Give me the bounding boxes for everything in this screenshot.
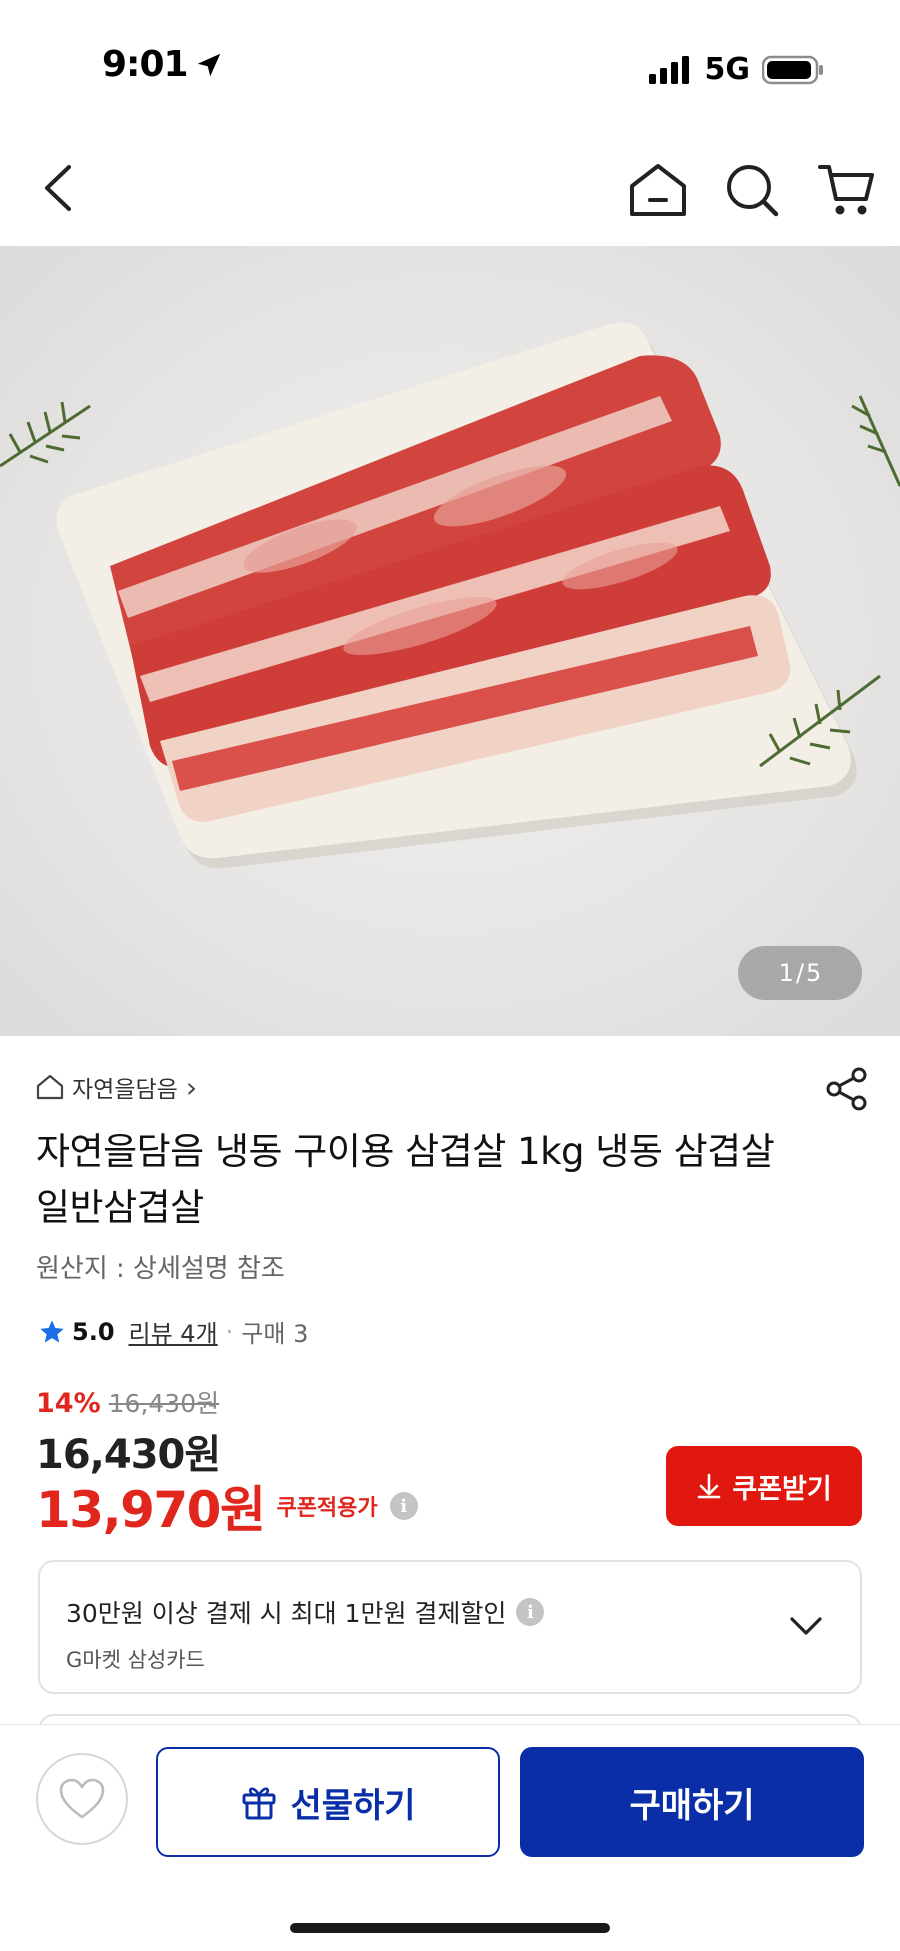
store-link[interactable]: 자연을담음 › xyxy=(36,1070,197,1104)
network-type: 5G xyxy=(704,52,751,87)
buy-button[interactable]: 구매하기 xyxy=(520,1747,864,1857)
discount-rate: 14% xyxy=(36,1388,101,1419)
separator: · xyxy=(225,1317,234,1346)
coupon-price-row: 13,970원 쿠폰적용가 i xyxy=(36,1470,418,1542)
share-icon xyxy=(826,1067,867,1111)
card-promo-subtitle: G마켓 삼성카드 xyxy=(66,1648,205,1672)
image-counter-separator: / xyxy=(795,959,805,987)
location-arrow-icon xyxy=(197,53,220,76)
chevron-left-icon xyxy=(45,165,71,211)
gift-icon xyxy=(242,1787,276,1820)
product-photo xyxy=(0,322,900,869)
home-button[interactable] xyxy=(628,160,688,220)
nav-actions xyxy=(628,160,876,220)
share-button[interactable] xyxy=(824,1066,870,1112)
rating-row: 5.0 리뷰 4개 · 구매 3 xyxy=(38,1314,308,1349)
status-time: 9:01 xyxy=(102,44,189,85)
image-counter: 1 / 5 xyxy=(738,946,862,1000)
image-counter-current: 1 xyxy=(778,959,794,987)
search-button[interactable] xyxy=(722,160,782,220)
get-coupon-label: 쿠폰받기 xyxy=(732,1473,832,1505)
heart-icon xyxy=(59,1778,105,1819)
card-promo-info-icon[interactable]: i xyxy=(516,1598,545,1626)
battery-icon xyxy=(762,55,823,84)
cart-button[interactable] xyxy=(816,160,876,220)
home-indicator xyxy=(290,1923,610,1933)
download-icon xyxy=(698,1473,721,1499)
wishlist-button[interactable] xyxy=(36,1753,128,1845)
search-icon xyxy=(727,165,779,217)
star-icon xyxy=(40,1319,64,1342)
card-promo-title: 30만원 이상 결제 시 최대 1만원 결제할인 xyxy=(66,1599,507,1628)
card-promo-banner[interactable]: 30만원 이상 결제 시 최대 1만원 결제할인 i G마켓 삼성카드 xyxy=(38,1560,862,1694)
info-icon[interactable]: i xyxy=(389,1492,418,1520)
image-counter-total: 5 xyxy=(806,959,822,987)
original-price: 16,430원 xyxy=(108,1389,220,1418)
rating-value: 5.0 xyxy=(72,1317,115,1346)
store-home-icon xyxy=(36,1074,64,1100)
review-link[interactable]: 리뷰 4개 xyxy=(129,1314,218,1349)
top-navigation xyxy=(0,140,900,246)
discount-row: 14% 16,430원 xyxy=(36,1384,219,1420)
get-coupon-button[interactable]: 쿠폰받기 xyxy=(666,1446,862,1526)
back-button[interactable] xyxy=(30,160,86,216)
store-chevron: › xyxy=(185,1070,198,1104)
chevron-down-icon[interactable] xyxy=(786,1606,826,1646)
product-origin: 원산지 : 상세설명 참조 xyxy=(36,1254,285,1284)
bottom-action-bar: 선물하기 구매하기 xyxy=(0,1724,900,1951)
product-image-carousel[interactable]: 1 / 5 xyxy=(0,246,900,1036)
signal-icon xyxy=(648,55,689,84)
home-icon xyxy=(630,164,686,216)
status-time-group: 9:01 xyxy=(102,44,224,85)
status-indicators: 5G xyxy=(648,52,825,87)
coupon-price: 13,970원 xyxy=(36,1481,266,1539)
coupon-applied-label: 쿠폰적용가 xyxy=(276,1496,378,1521)
gift-label: 선물하기 xyxy=(290,1785,416,1826)
purchase-count: 구매 3 xyxy=(241,1320,309,1348)
store-name: 자연을담음 xyxy=(72,1077,178,1103)
buy-label: 구매하기 xyxy=(629,1785,755,1826)
card-promo-title-row: 30만원 이상 결제 시 최대 1만원 결제할인 i xyxy=(66,1594,545,1630)
cart-icon xyxy=(818,165,874,215)
product-title: 자연을담음 냉동 구이용 삼겹살 1kg 냉동 삼겹살 일반삼겹살 xyxy=(36,1130,775,1229)
status-bar: 9:01 5G xyxy=(0,0,900,130)
gift-button[interactable]: 선물하기 xyxy=(156,1747,500,1857)
